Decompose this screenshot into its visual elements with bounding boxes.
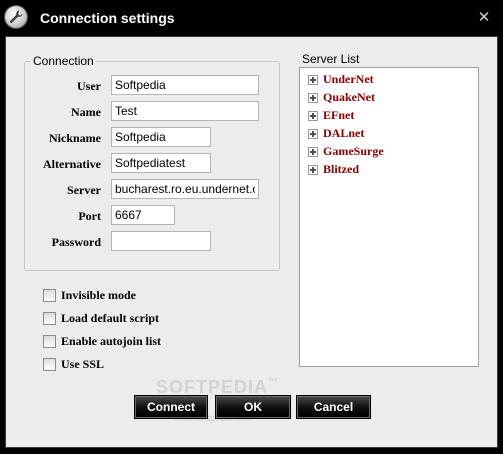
name-label: Name bbox=[71, 105, 101, 119]
server-label: Server bbox=[67, 183, 101, 197]
user-field[interactable] bbox=[111, 75, 259, 95]
alternative-nick-field[interactable] bbox=[111, 153, 211, 173]
tree-item-label[interactable]: QuakeNet bbox=[323, 90, 375, 105]
load-default-script-checkbox[interactable] bbox=[43, 312, 56, 325]
title-bar: Connection settings ✕ bbox=[0, 0, 503, 36]
tree-item-label[interactable]: Blitzed bbox=[323, 162, 359, 177]
password-field[interactable] bbox=[111, 231, 211, 251]
password-label: Password bbox=[51, 235, 101, 249]
expand-icon[interactable] bbox=[308, 165, 318, 175]
use-ssl-checkbox[interactable] bbox=[43, 358, 56, 371]
expand-icon[interactable] bbox=[308, 147, 318, 157]
enable-autojoin-label[interactable]: Enable autojoin list bbox=[61, 334, 161, 349]
tree-item-label[interactable]: UnderNet bbox=[323, 72, 374, 87]
watermark-text: SOFTPEDIA bbox=[156, 377, 269, 397]
connection-settings-window: Connection settings ✕ Connection User Na… bbox=[0, 0, 503, 454]
tree-item-label[interactable]: GameSurge bbox=[323, 144, 384, 159]
load-default-script-label[interactable]: Load default script bbox=[61, 311, 159, 326]
expand-icon[interactable] bbox=[308, 93, 318, 103]
watermark-trademark: ™ bbox=[268, 377, 280, 388]
invisible-mode-label[interactable]: Invisible mode bbox=[61, 288, 136, 303]
tree-item-label[interactable]: EFnet bbox=[323, 108, 354, 123]
expand-icon[interactable] bbox=[308, 129, 318, 139]
nickname-field[interactable] bbox=[111, 127, 211, 147]
use-ssl-label[interactable]: Use SSL bbox=[61, 357, 104, 372]
enable-autojoin-checkbox[interactable] bbox=[43, 335, 56, 348]
invisible-mode-checkbox[interactable] bbox=[43, 289, 56, 302]
user-label: User bbox=[77, 79, 101, 93]
connection-group-legend: Connection bbox=[31, 54, 96, 68]
cancel-button[interactable]: Cancel bbox=[296, 395, 371, 419]
server-list-legend: Server List bbox=[302, 52, 360, 66]
window-title: Connection settings bbox=[40, 10, 175, 26]
nickname-label: Nickname bbox=[49, 131, 101, 145]
tree-item-label[interactable]: DALnet bbox=[323, 126, 364, 141]
close-button[interactable]: ✕ bbox=[475, 8, 493, 26]
wrench-icon bbox=[5, 6, 27, 28]
expand-icon[interactable] bbox=[308, 111, 318, 121]
alternative-label: Alternative bbox=[43, 157, 101, 171]
dialog-body: Connection User Name Nickname Alternativ… bbox=[5, 36, 498, 448]
server-field[interactable] bbox=[111, 179, 259, 199]
port-label: Port bbox=[78, 209, 101, 223]
expand-icon[interactable] bbox=[308, 75, 318, 85]
port-field[interactable] bbox=[111, 205, 175, 225]
name-field[interactable] bbox=[111, 101, 259, 121]
ok-button[interactable]: OK bbox=[215, 395, 291, 419]
server-list-tree[interactable]: UnderNet QuakeNet EFnet DALnet GameSurge… bbox=[299, 67, 479, 367]
connect-button[interactable]: Connect bbox=[134, 395, 208, 419]
